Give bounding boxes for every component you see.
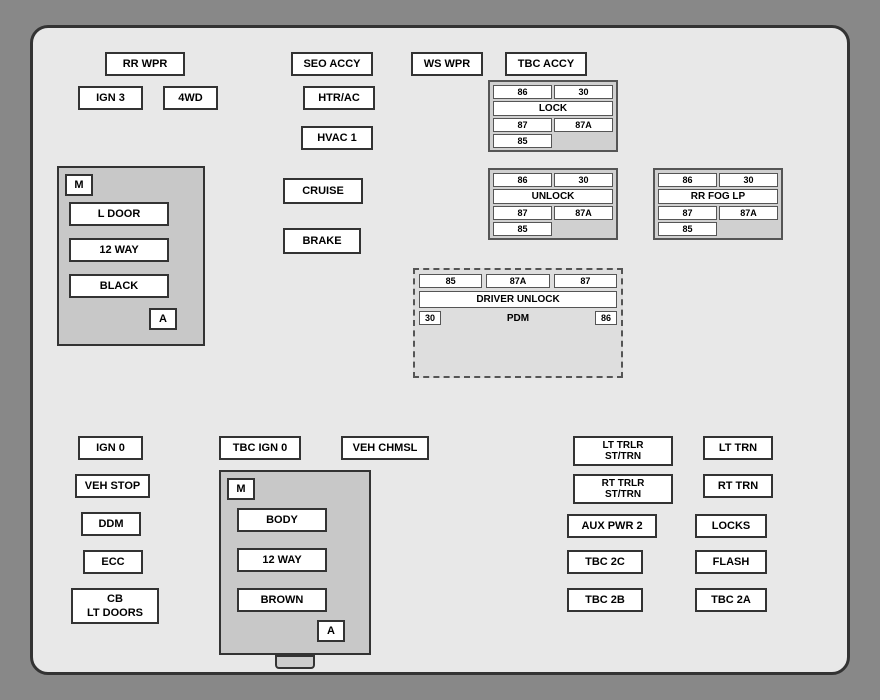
l-door-label: L DOOR — [69, 202, 169, 226]
locks-label: LOCKS — [695, 514, 767, 538]
tbc-2b-label: TBC 2B — [567, 588, 643, 612]
lock-85: 85 — [493, 134, 552, 148]
rt-trlr-label: RT TRLR ST/TRN — [573, 474, 673, 504]
cruise-label: CRUISE — [283, 178, 363, 204]
veh-stop-label: VEH STOP — [75, 474, 150, 498]
rr-wpr-label: RR WPR — [105, 52, 185, 76]
du-30: 30 — [419, 311, 441, 325]
diagram: RR WPR SEO ACCY WS WPR TBC ACCY IGN 3 4W… — [43, 38, 837, 662]
4wd-label: 4WD — [163, 86, 218, 110]
rt-trn-label: RT TRN — [703, 474, 773, 498]
lock-86: 86 — [493, 85, 552, 99]
lock-relay-block: 86 30 LOCK 87 87A 85 — [488, 80, 618, 152]
htr-ac-label: HTR/AC — [303, 86, 375, 110]
tbc-2a-label: TBC 2A — [695, 588, 767, 612]
unlock-87: 87 — [493, 206, 552, 220]
veh-chmsl-label: VEH CHMSL — [341, 436, 429, 460]
lock-label: LOCK — [493, 101, 613, 116]
connector-tab — [275, 655, 315, 669]
tbc-2c-label: TBC 2C — [567, 550, 643, 574]
rr-fog-lp-relay-block: 86 30 RR FOG LP 87 87A 85 — [653, 168, 783, 240]
fog-87: 87 — [658, 206, 717, 220]
fog-87a: 87A — [719, 206, 778, 220]
aux-pwr2-label: AUX PWR 2 — [567, 514, 657, 538]
ddm-label: DDM — [81, 512, 141, 536]
ign0-label: IGN 0 — [78, 436, 143, 460]
a-top-label: A — [149, 308, 177, 330]
m-bot-label: M — [227, 478, 255, 500]
unlock-30: 30 — [554, 173, 613, 187]
tbc-ign0-label: TBC IGN 0 — [219, 436, 301, 460]
a-bot-label: A — [317, 620, 345, 642]
cb-lt-doors-label: CB LT DOORS — [71, 588, 159, 624]
pdm-label: PDM — [445, 313, 591, 324]
black-label: BLACK — [69, 274, 169, 298]
fog-30: 30 — [719, 173, 778, 187]
unlock-87a: 87A — [554, 206, 613, 220]
fog-86: 86 — [658, 173, 717, 187]
main-container: RR WPR SEO ACCY WS WPR TBC ACCY IGN 3 4W… — [30, 25, 850, 675]
lock-87a: 87A — [554, 118, 613, 132]
driver-unlock-label: DRIVER UNLOCK — [419, 291, 617, 308]
seo-accy-label: SEO ACCY — [291, 52, 373, 76]
lt-trn-label: LT TRN — [703, 436, 773, 460]
lock-30: 30 — [554, 85, 613, 99]
brown-label: BROWN — [237, 588, 327, 612]
du-87: 87 — [554, 274, 617, 288]
lock-87: 87 — [493, 118, 552, 132]
12way-top-label: 12 WAY — [69, 238, 169, 262]
du-86: 86 — [595, 311, 617, 325]
unlock-85: 85 — [493, 222, 552, 236]
fog-label: RR FOG LP — [658, 189, 778, 204]
12way-bot-label: 12 WAY — [237, 548, 327, 572]
tbc-accy-label: TBC ACCY — [505, 52, 587, 76]
unlock-86: 86 — [493, 173, 552, 187]
unlock-relay-block: 86 30 UNLOCK 87 87A 85 — [488, 168, 618, 240]
du-85: 85 — [419, 274, 482, 288]
ws-wpr-label: WS WPR — [411, 52, 483, 76]
du-87a: 87A — [486, 274, 549, 288]
body-label: BODY — [237, 508, 327, 532]
lt-trlr-label: LT TRLR ST/TRN — [573, 436, 673, 466]
ecc-label: ECC — [83, 550, 143, 574]
ign3-label: IGN 3 — [78, 86, 143, 110]
unlock-label: UNLOCK — [493, 189, 613, 204]
m-top-label: M — [65, 174, 93, 196]
hvac1-label: HVAC 1 — [301, 126, 373, 150]
pdm-block: 85 87A 87 DRIVER UNLOCK 30 PDM 86 — [413, 268, 623, 378]
fog-85: 85 — [658, 222, 717, 236]
brake-label: BRAKE — [283, 228, 361, 254]
l-door-block: M L DOOR 12 WAY BLACK A — [57, 166, 205, 346]
flash-label: FLASH — [695, 550, 767, 574]
body-block: M BODY 12 WAY BROWN A — [219, 470, 371, 655]
